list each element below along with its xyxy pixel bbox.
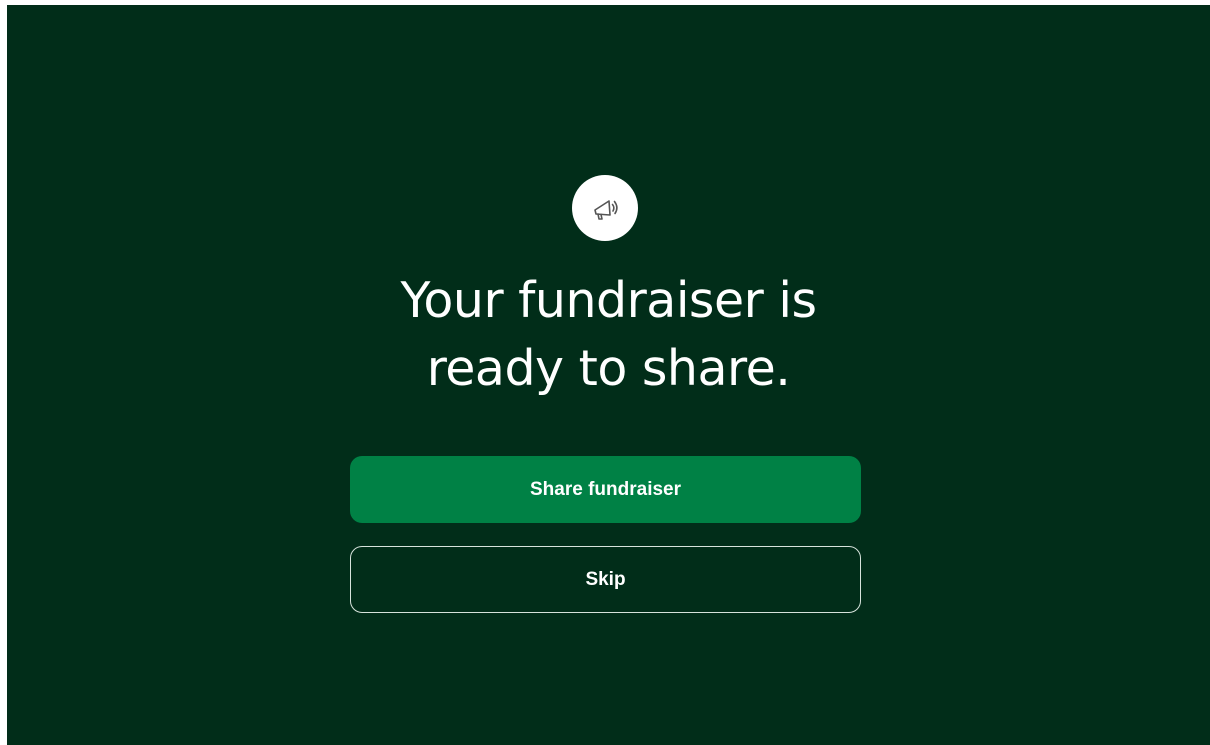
skip-button[interactable]: Skip: [350, 546, 861, 613]
page-title: Your fundraiser is ready to share.: [7, 267, 1210, 403]
headline-line-2: ready to share.: [426, 340, 791, 397]
megaphone-icon: [594, 200, 618, 220]
headline-line-1: Your fundraiser is: [400, 272, 817, 329]
share-fundraiser-button[interactable]: Share fundraiser: [350, 456, 861, 523]
content-panel: Your fundraiser is ready to share. Share…: [7, 5, 1210, 745]
share-ready-screen: Your fundraiser is ready to share. Share…: [7, 5, 1210, 745]
megaphone-icon-badge: [572, 175, 638, 241]
